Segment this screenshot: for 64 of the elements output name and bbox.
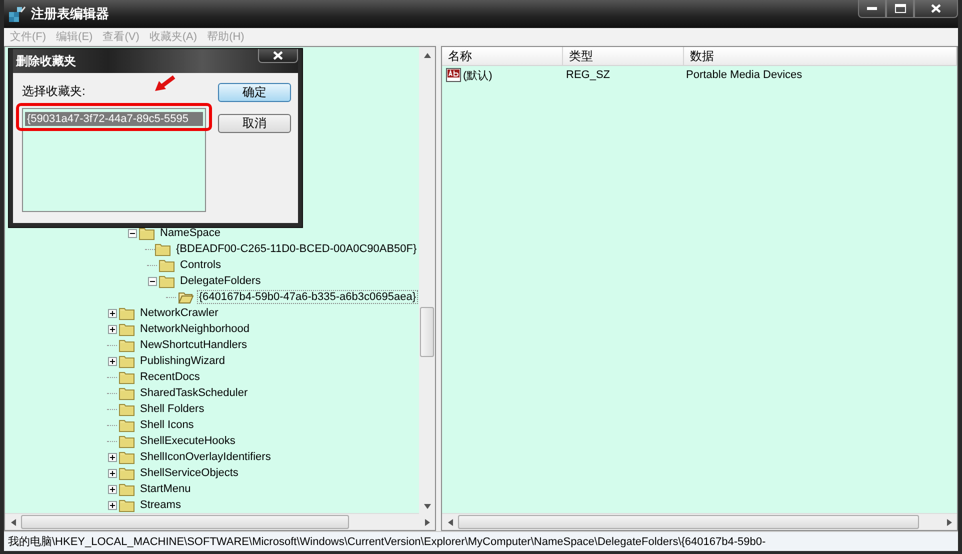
window-title: 注册表编辑器 (31, 5, 109, 24)
horizontal-scrollbar[interactable] (5, 513, 435, 530)
scroll-right-icon[interactable] (946, 518, 952, 526)
close-icon (931, 4, 941, 13)
close-button[interactable] (914, 0, 958, 18)
tree-item[interactable]: NetworkCrawler (139, 307, 220, 320)
string-value-icon (446, 67, 462, 84)
tree-item[interactable]: NameSpace (159, 227, 222, 240)
collapse-icon[interactable] (148, 276, 156, 286)
cancel-button[interactable]: 取消 (218, 114, 291, 133)
tree-item[interactable]: {640167b4-59b0-47a6-b335-a6b3c0695aea} (198, 291, 417, 304)
horizontal-scrollbar[interactable] (442, 513, 957, 530)
collapse-icon[interactable] (128, 228, 136, 238)
maximize-icon (894, 4, 906, 13)
expand-icon[interactable] (108, 356, 116, 366)
ok-button[interactable]: 确定 (218, 83, 291, 102)
expand-icon[interactable] (108, 308, 116, 318)
dialog-title: 删除收藏夹 (16, 52, 76, 70)
tree-item[interactable]: RecentDocs (139, 371, 201, 384)
registry-cubes-icon (8, 6, 26, 22)
expand-icon[interactable] (108, 500, 116, 510)
tree-item[interactable]: SharedTaskScheduler (139, 387, 249, 400)
scroll-thumb[interactable] (420, 306, 434, 357)
tree-item[interactable]: NetworkNeighborhood (139, 323, 250, 336)
column-header[interactable]: 数据 (684, 47, 957, 66)
scroll-thumb[interactable] (21, 515, 350, 530)
tree-item[interactable]: Shell Folders (139, 403, 206, 416)
tree-item[interactable]: Streams (139, 499, 182, 512)
expand-icon[interactable] (108, 468, 116, 478)
tree-item[interactable]: {BDEADF00-C265-11D0-BCED-00A0C90AB50F} (175, 243, 418, 256)
vertical-scrollbar[interactable] (419, 47, 435, 514)
tree-item[interactable]: PublishingWizard (139, 355, 226, 368)
maximize-button[interactable] (886, 0, 914, 18)
tree-item[interactable]: DelegateFolders (179, 275, 262, 288)
minimize-icon (867, 6, 877, 10)
tree-item[interactable]: Shell Icons (139, 419, 195, 432)
expand-icon[interactable] (108, 484, 116, 494)
arrow-icon (154, 75, 176, 93)
table-cell-text: REG_SZ (565, 69, 612, 82)
column-header[interactable]: 类型 (563, 47, 684, 66)
scroll-thumb[interactable] (458, 515, 919, 530)
favorites-list[interactable]: {59031a47-3f72-44a7-89c5-5595 (22, 108, 206, 212)
tree-item[interactable]: StartMenu (139, 483, 192, 496)
field-label: 选择收藏夹: (22, 83, 86, 100)
scroll-left-icon[interactable] (10, 518, 16, 526)
close-icon (273, 51, 283, 60)
tree-item[interactable]: Controls (179, 259, 222, 272)
tree-item[interactable]: ShellExecuteHooks (139, 435, 236, 448)
scroll-up-icon[interactable] (424, 52, 430, 59)
column-header[interactable]: 名称 (442, 47, 563, 66)
scroll-down-icon[interactable] (424, 502, 430, 510)
tree-item[interactable]: ShellIconOverlayIdentifiers (139, 451, 272, 464)
tree-item[interactable]: NewShortcutHandlers (139, 339, 248, 352)
expand-icon[interactable] (108, 324, 116, 334)
list-item[interactable]: {59031a47-3f72-44a7-89c5-5595 (25, 112, 203, 126)
table-cell-text: Portable Media Devices (685, 69, 804, 82)
scroll-right-icon[interactable] (424, 518, 430, 526)
status-bar: 我的电脑\HKEY_LOCAL_MACHINE\SOFTWARE\Microsoft\Windows\CurrentVersion\Explorer\MyComputer\NameSpace\DelegateFolders\{640167b4-59b0- (4, 531, 958, 551)
minimize-button[interactable] (858, 0, 886, 18)
tree-item[interactable]: ShellServiceObjects (139, 467, 240, 480)
scroll-left-icon[interactable] (446, 518, 454, 526)
close-button[interactable] (258, 49, 298, 63)
expand-icon[interactable] (108, 452, 116, 462)
table-cell-text: (默认) (463, 68, 492, 83)
